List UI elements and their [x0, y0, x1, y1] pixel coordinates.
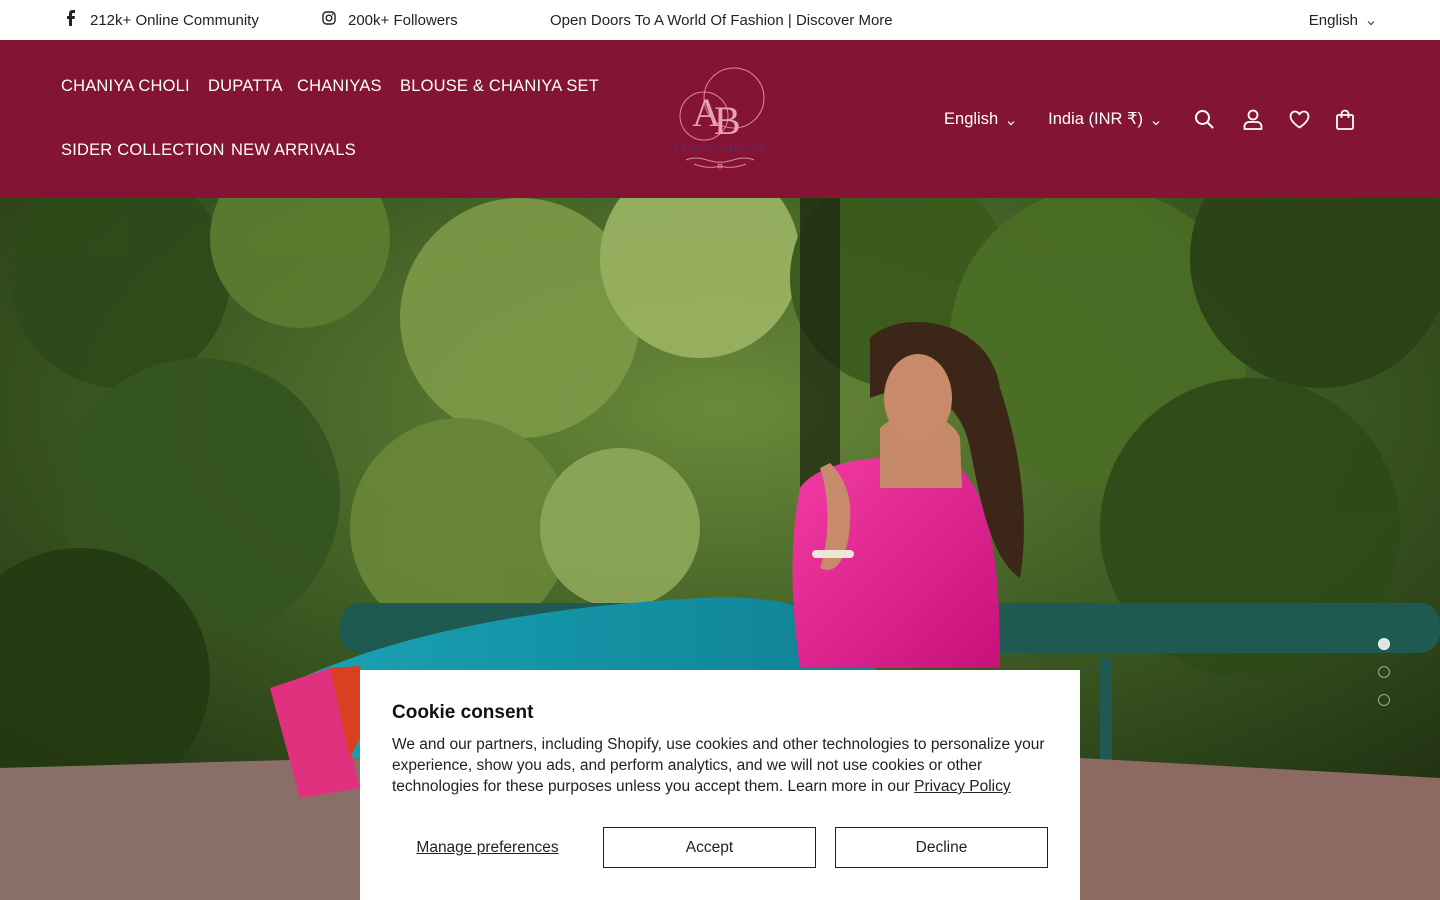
facebook-link[interactable]: 212k+ Online Community [64, 0, 259, 40]
topbar-language-select[interactable]: English [1309, 0, 1376, 40]
header-utilities: English India (INR ₹) [944, 40, 1356, 198]
decline-button[interactable]: Decline [835, 827, 1048, 868]
manage-preferences-button[interactable]: Manage preferences [392, 827, 583, 868]
slide-indicators [1378, 638, 1390, 706]
search-icon[interactable] [1193, 108, 1215, 130]
cookie-body: We and our partners, including Shopify, … [392, 734, 1052, 797]
site-header: CHANIYA CHOLI DUPATTA CHANIYAS BLOUSE & … [0, 40, 1440, 198]
topbar-language-label: English [1308, 11, 1358, 29]
instagram-link[interactable]: 200k+ Followers [322, 0, 458, 40]
accept-button[interactable]: Accept [603, 827, 816, 868]
chevron-down-icon [1151, 114, 1161, 126]
logo-wordmark: LEHENGA HOUSE [675, 143, 766, 155]
language-label: English [944, 109, 999, 128]
country-label: India (INR ₹) [1048, 110, 1143, 128]
nav-item-sider-collection[interactable]: SIDER COLLECTION [61, 141, 225, 160]
facebook-icon [64, 10, 78, 30]
chevron-down-icon [1006, 114, 1016, 126]
announcement-bar: 212k+ Online Community 200k+ Followers O… [0, 0, 1440, 40]
nav-item-dupatta[interactable]: DUPATTA [208, 77, 283, 96]
cart-icon[interactable] [1334, 108, 1356, 130]
cookie-title: Cookie consent [392, 702, 534, 723]
announcement-link[interactable]: Open Doors To A World Of Fashion | Disco… [550, 0, 893, 40]
country-select[interactable]: India (INR ₹) [1048, 109, 1161, 129]
slide-dot-1[interactable] [1378, 638, 1390, 650]
nav-item-chaniyas[interactable]: CHANIYAS [297, 77, 382, 96]
privacy-policy-link[interactable]: Privacy Policy [914, 778, 1010, 795]
chevron-down-icon [1366, 15, 1376, 26]
instagram-icon [322, 11, 336, 29]
nav-item-chaniya-choli[interactable]: CHANIYA CHOLI [61, 77, 190, 96]
slide-dot-3[interactable] [1378, 694, 1390, 706]
svg-text:B: B [714, 98, 741, 143]
nav-item-blouse-chaniya-set[interactable]: BLOUSE & CHANIYA SET [400, 77, 599, 96]
cookie-actions: Manage preferences Accept Decline [392, 827, 1048, 868]
slide-dot-2[interactable] [1378, 666, 1390, 678]
main-nav: CHANIYA CHOLI DUPATTA CHANIYAS BLOUSE & … [61, 40, 621, 198]
cookie-consent-dialog: Cookie consent We and our partners, incl… [360, 670, 1080, 900]
community-text: 212k+ Online Community [90, 11, 259, 29]
nav-item-new-arrivals[interactable]: NEW ARRIVALS [231, 141, 356, 160]
followers-text: 200k+ Followers [348, 11, 458, 29]
site-logo[interactable]: A B LEHENGA HOUSE [664, 64, 776, 176]
language-select[interactable]: English [944, 110, 1016, 129]
account-icon[interactable] [1242, 108, 1264, 130]
wishlist-icon[interactable] [1288, 108, 1310, 130]
